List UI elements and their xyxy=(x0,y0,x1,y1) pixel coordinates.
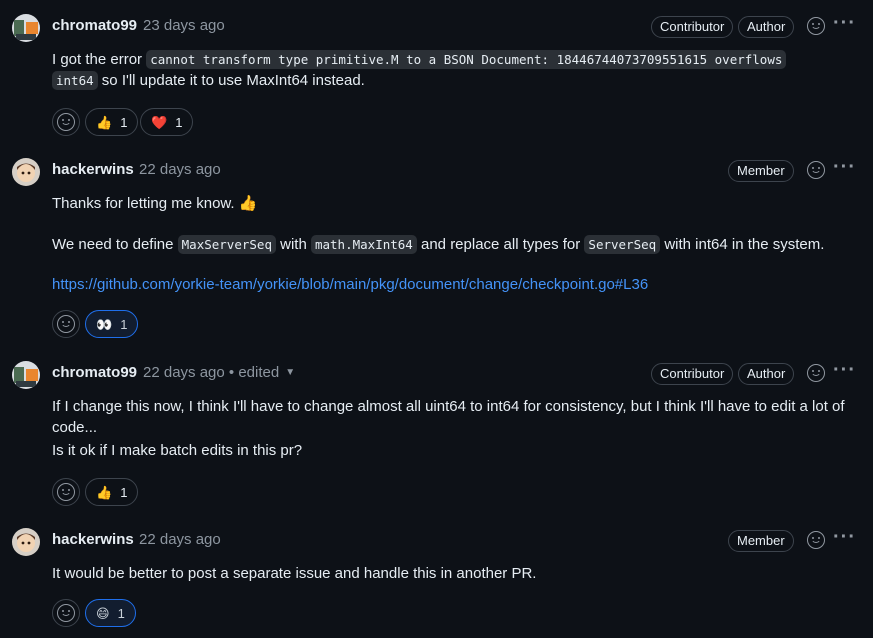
author-badge: Author xyxy=(738,16,795,38)
add-reaction-icon[interactable] xyxy=(807,364,825,382)
comment-text: We need to define xyxy=(52,236,178,253)
inline-code: int64 xyxy=(52,71,98,90)
smiley-icon xyxy=(57,483,75,501)
chevron-down-icon[interactable]: ▼ xyxy=(285,367,295,378)
add-reaction-button[interactable] xyxy=(52,310,80,338)
smile-icon: 😄 xyxy=(96,605,110,621)
comment-text: and replace all types for xyxy=(416,236,585,253)
reaction-smile[interactable]: 😄 1 xyxy=(85,599,136,627)
reaction-thumbs-up[interactable]: 👍 1 xyxy=(85,478,139,506)
add-reaction-button[interactable] xyxy=(52,599,80,627)
comment-author[interactable]: chromato99 xyxy=(52,363,137,383)
comment-text: If I change this now, I think I'll have … xyxy=(52,398,845,436)
comment-text: I got the error xyxy=(52,51,147,68)
add-reaction-button[interactable] xyxy=(52,108,80,136)
eyes-icon: 👀 xyxy=(96,316,113,332)
member-badge: Member xyxy=(728,530,794,552)
reaction-count: 1 xyxy=(120,316,128,332)
comment-text: with int64 in the system. xyxy=(660,236,825,253)
smiley-icon xyxy=(57,604,75,622)
reaction-eyes[interactable]: 👀 1 xyxy=(85,310,139,338)
inline-code: math.MaxInt64 xyxy=(310,235,417,254)
comment-text: so I'll update it to use MaxInt64 instea… xyxy=(97,72,365,89)
smiley-icon xyxy=(57,315,75,333)
comment-author[interactable]: hackerwins xyxy=(52,530,134,550)
avatar[interactable] xyxy=(12,361,40,389)
inline-code: ServerSeq xyxy=(584,235,661,254)
comment-body: If I change this now, I think I'll have … xyxy=(52,396,859,461)
thumbs-up-icon: 👍 xyxy=(96,114,113,130)
heart-icon: ❤️ xyxy=(151,114,168,130)
comment-timestamp[interactable]: 22 days ago xyxy=(139,530,221,550)
inline-code: cannot transform type primitive.M to a B… xyxy=(146,50,787,69)
edited-label[interactable]: • edited xyxy=(229,364,279,381)
add-reaction-button[interactable] xyxy=(52,478,80,506)
avatar[interactable] xyxy=(12,528,40,556)
more-options-icon[interactable]: ··· xyxy=(833,157,856,177)
comment-timestamp[interactable]: 23 days ago xyxy=(143,16,225,36)
comment-timestamp[interactable]: 22 days ago xyxy=(139,160,221,180)
comment-body: Thanks for letting me know. 👍 We need to… xyxy=(52,193,859,295)
comment-body: It would be better to post a separate is… xyxy=(52,563,859,584)
author-badge: Author xyxy=(738,363,795,385)
reaction-count: 1 xyxy=(117,605,125,621)
smiley-icon xyxy=(57,113,75,131)
comment-timestamp[interactable]: 22 days ago • edited ▼ xyxy=(143,363,295,383)
comment-text: Thanks for letting me know. 👍 xyxy=(52,195,258,212)
more-options-icon[interactable]: ··· xyxy=(833,13,856,33)
reaction-count: 1 xyxy=(120,484,128,500)
comment-time: 22 days ago xyxy=(143,364,225,381)
contributor-badge: Contributor xyxy=(651,363,734,385)
comment-text: It would be better to post a separate is… xyxy=(52,565,537,582)
comment-text: Is it ok if I make batch edits in this p… xyxy=(52,442,303,459)
avatar[interactable] xyxy=(12,14,40,42)
reaction-count: 1 xyxy=(175,114,183,130)
inline-code: MaxServerSeq xyxy=(177,235,276,254)
member-badge: Member xyxy=(728,160,794,182)
add-reaction-icon[interactable] xyxy=(807,17,825,35)
checkpoint-link[interactable]: https://github.com/yorkie-team/yorkie/bl… xyxy=(52,276,648,293)
comment-body: I got the error cannot transform type pr… xyxy=(52,49,859,91)
comment-text: with xyxy=(275,236,311,253)
reaction-heart[interactable]: ❤️ 1 xyxy=(140,108,194,136)
add-reaction-icon[interactable] xyxy=(807,161,825,179)
contributor-badge: Contributor xyxy=(651,16,734,38)
reaction-count: 1 xyxy=(120,114,128,130)
add-reaction-icon[interactable] xyxy=(807,531,825,549)
avatar[interactable] xyxy=(12,158,40,186)
comment-author[interactable]: hackerwins xyxy=(52,160,134,180)
more-options-icon[interactable]: ··· xyxy=(833,360,856,380)
more-options-icon[interactable]: ··· xyxy=(833,527,856,547)
comment-author[interactable]: chromato99 xyxy=(52,16,137,36)
reaction-thumbs-up[interactable]: 👍 1 xyxy=(85,108,139,136)
thumbs-up-icon: 👍 xyxy=(96,484,113,500)
